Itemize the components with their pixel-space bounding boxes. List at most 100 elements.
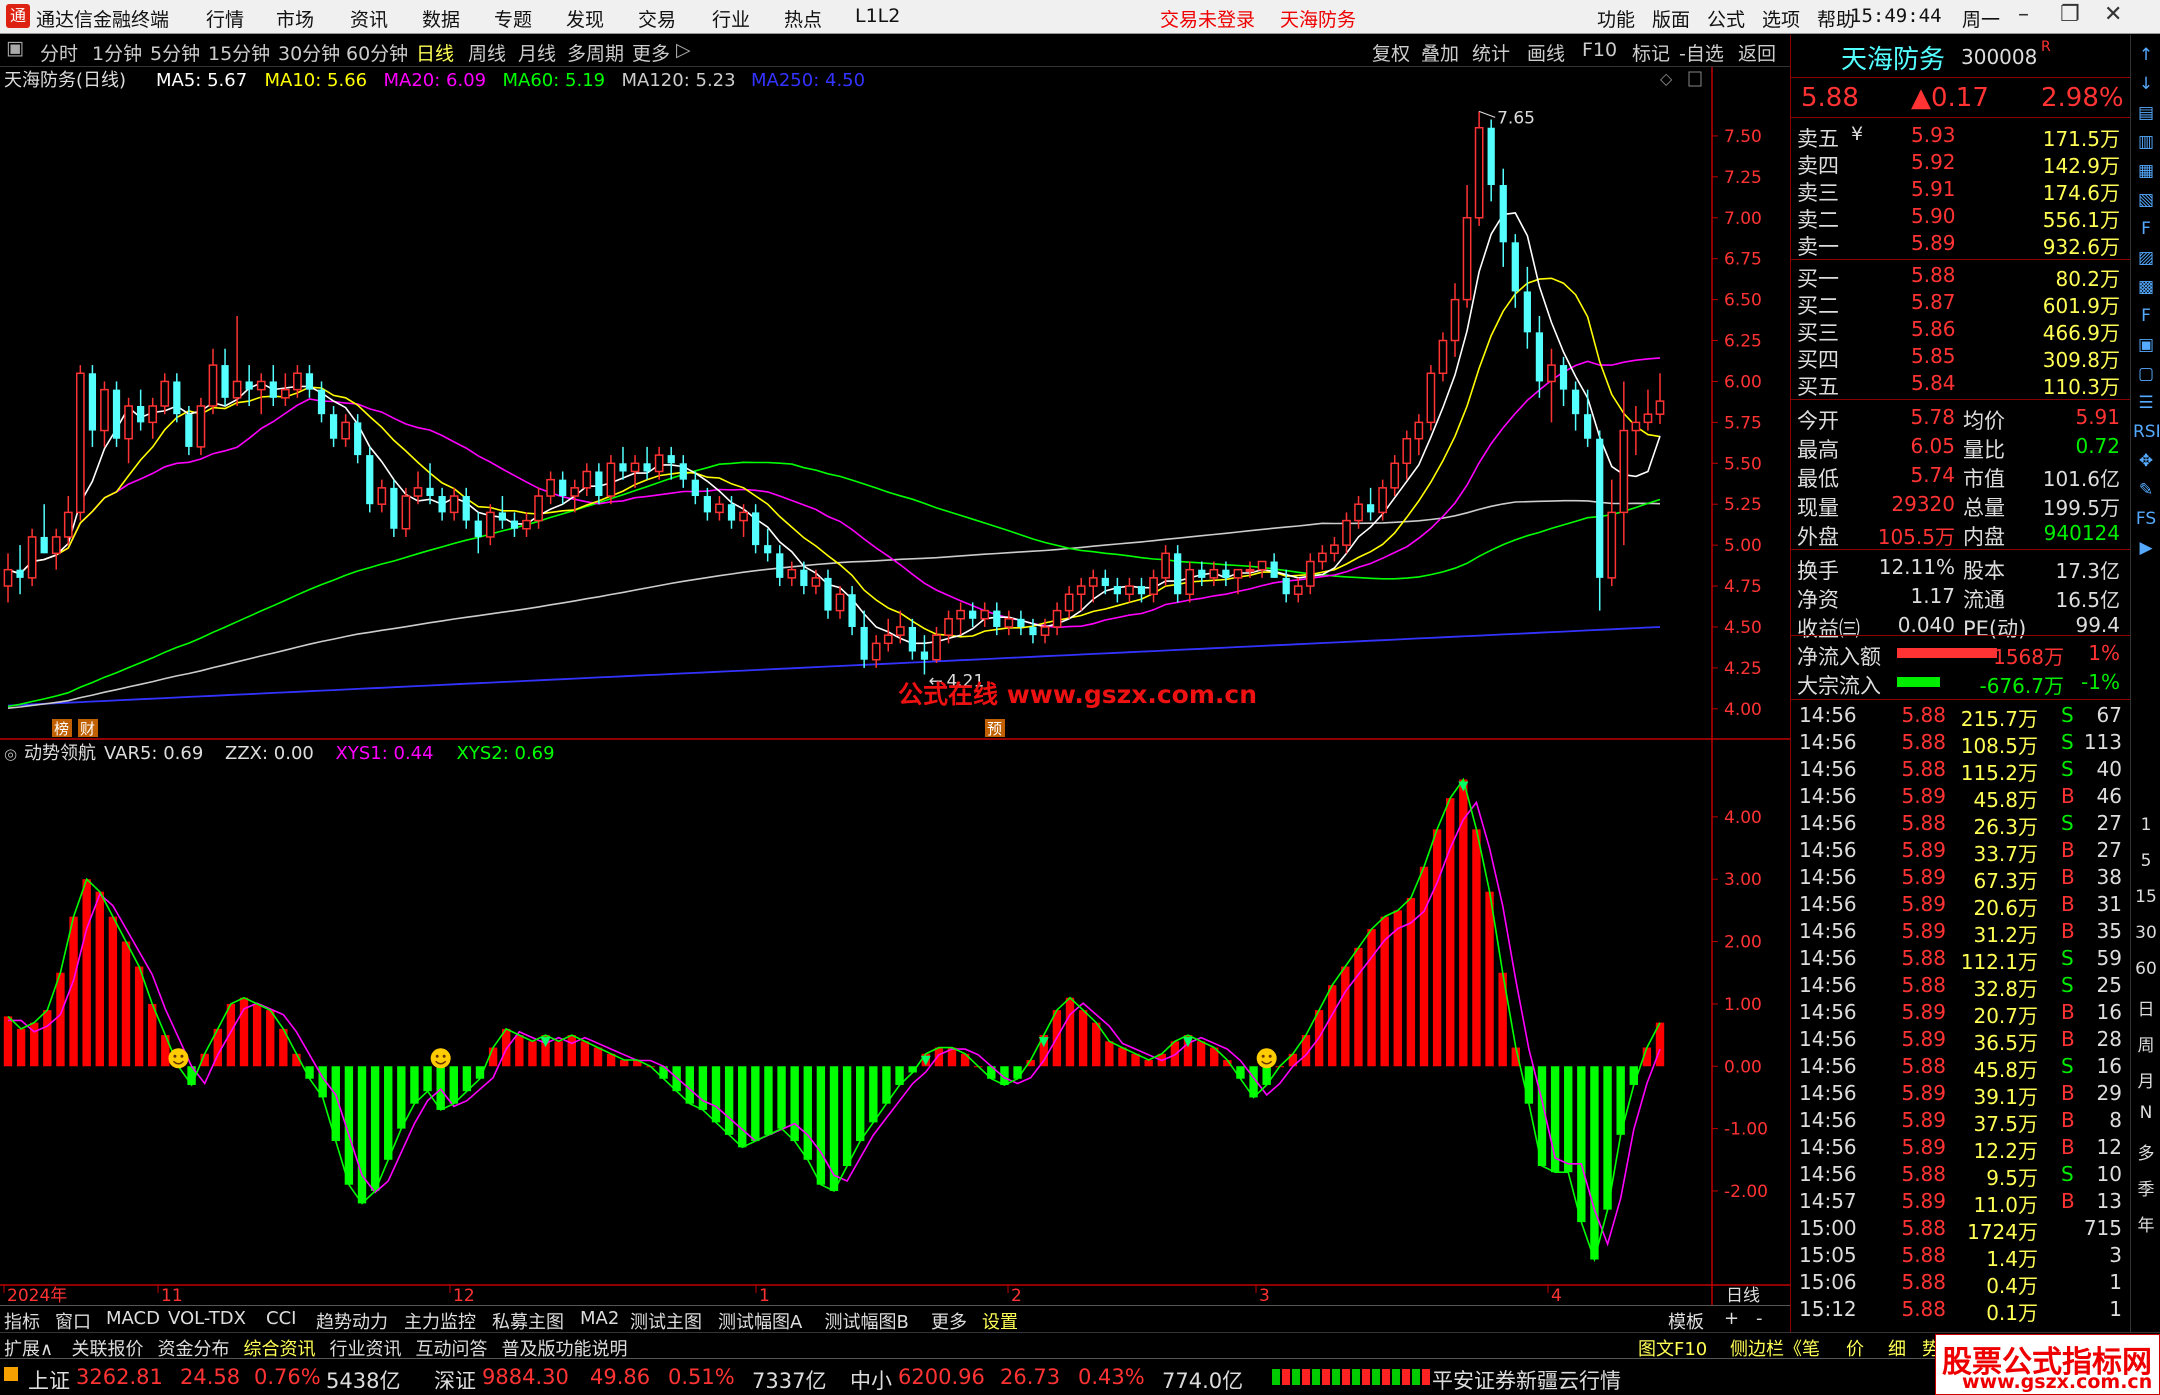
close-icon[interactable]: ✕ xyxy=(2104,2,2122,27)
right-tool-15[interactable]: ✎ xyxy=(2133,480,2159,500)
osc-bar xyxy=(370,1066,380,1191)
menu-right-3[interactable]: 选项 xyxy=(1762,5,1800,32)
period-tab-9[interactable]: 多周期 xyxy=(567,39,624,66)
index-name-1[interactable]: 深证 xyxy=(434,1365,476,1395)
right-tool-0[interactable]: ↑ xyxy=(2133,45,2159,65)
tick-count-22: 1 xyxy=(2109,1297,2122,1321)
indicator-tab-1[interactable]: 窗口 xyxy=(55,1308,91,1334)
indicator-tab-9[interactable]: 测试主图 xyxy=(630,1308,702,1334)
menu-right-0[interactable]: 功能 xyxy=(1597,5,1635,32)
right-tool-22[interactable]: 60 xyxy=(2133,959,2159,979)
stat-value-3b: 199.5万 xyxy=(2042,496,2120,520)
right-tool-3[interactable]: ▥ xyxy=(2133,132,2159,152)
index-amount-2: 774.0亿 xyxy=(1162,1369,1244,1393)
tick-count-3: 46 xyxy=(2096,784,2122,808)
right-tool-19[interactable]: 5 xyxy=(2133,851,2159,871)
menu-2[interactable]: 资讯 xyxy=(350,5,388,32)
right-tool-16[interactable]: FS xyxy=(2133,509,2159,529)
right-tool-2[interactable]: ▤ xyxy=(2133,103,2159,123)
menu-4[interactable]: 专题 xyxy=(494,5,532,32)
indicator-tab-7[interactable]: 私募主图 xyxy=(492,1308,564,1334)
period-tab-3[interactable]: 15分钟 xyxy=(208,39,270,66)
indicator-tab-2[interactable]: MACD xyxy=(106,1308,160,1329)
period-right-5[interactable]: 标记 xyxy=(1632,39,1670,66)
menu-6[interactable]: 交易 xyxy=(638,5,676,32)
right-tool-29[interactable]: 年 xyxy=(2133,1211,2159,1236)
right-tool-1[interactable]: ↓ xyxy=(2133,74,2159,94)
right-tool-4[interactable]: ▦ xyxy=(2133,161,2159,181)
period-right-3[interactable]: 画线 xyxy=(1527,39,1565,66)
right-tool-14[interactable]: ✥ xyxy=(2133,451,2159,471)
right-tool-5[interactable]: ▧ xyxy=(2133,190,2159,210)
template-btn-0[interactable]: 模板 xyxy=(1668,1308,1704,1334)
right-tool-6[interactable]: F xyxy=(2133,219,2159,239)
period-right-7[interactable]: 返回 xyxy=(1738,39,1776,66)
template-btn-2[interactable]: - xyxy=(1756,1308,1763,1329)
indicator-tab-10[interactable]: 测试幅图A xyxy=(718,1308,802,1334)
right-tool-11[interactable]: ▢ xyxy=(2133,364,2159,384)
indicator-tab-5[interactable]: 趋势动力 xyxy=(316,1308,388,1334)
period-tab-1[interactable]: 1分钟 xyxy=(92,39,142,66)
more-chevron-icon[interactable]: ▷ xyxy=(676,39,691,61)
menu-0[interactable]: 行情 xyxy=(206,5,244,32)
status-icon[interactable] xyxy=(4,1367,18,1381)
indicator-tab-13[interactable]: 设置 xyxy=(982,1308,1018,1334)
menu-3[interactable]: 数据 xyxy=(422,5,460,32)
period-tab-8[interactable]: 月线 xyxy=(518,39,556,66)
period-tab-5[interactable]: 60分钟 xyxy=(346,39,408,66)
login-status[interactable]: 交易未登录 xyxy=(1160,5,1255,32)
right-tool-23[interactable]: 日 xyxy=(2133,995,2159,1020)
corner-watermark: 股票公式指标网 www.gszx.com.cn xyxy=(1935,1334,2160,1395)
current-stock-name[interactable]: 天海防务 xyxy=(1280,5,1356,32)
right-tool-10[interactable]: ▣ xyxy=(2133,335,2159,355)
maximize-icon[interactable]: ❐ xyxy=(2060,2,2080,27)
period-tab-4[interactable]: 30分钟 xyxy=(278,39,340,66)
period-right-0[interactable]: 复权 xyxy=(1372,39,1410,66)
period-tab-6[interactable]: 日线 xyxy=(416,39,454,66)
period-tab-7[interactable]: 周线 xyxy=(468,39,506,66)
template-btn-1[interactable]: + xyxy=(1724,1308,1739,1329)
right-tool-21[interactable]: 30 xyxy=(2133,923,2159,943)
right-tool-12[interactable]: ☰ xyxy=(2133,393,2159,413)
right-tool-20[interactable]: 15 xyxy=(2133,887,2159,907)
right-tool-9[interactable]: F xyxy=(2133,306,2159,326)
right-tool-17[interactable]: ▶ xyxy=(2133,538,2159,558)
right-tool-13[interactable]: RSI xyxy=(2133,422,2160,442)
menu-5[interactable]: 发现 xyxy=(566,5,604,32)
right-tool-18[interactable]: 1 xyxy=(2133,815,2159,835)
indicator-tab-11[interactable]: 测试幅图B xyxy=(825,1308,909,1334)
period-right-6[interactable]: -自选 xyxy=(1679,39,1724,66)
indicator-tab-0[interactable]: 指标 xyxy=(4,1308,40,1334)
menu-9[interactable]: L1L2 xyxy=(855,5,900,27)
right-tool-25[interactable]: 月 xyxy=(2133,1067,2159,1092)
indicator-tab-4[interactable]: CCI xyxy=(266,1308,296,1329)
menu-8[interactable]: 热点 xyxy=(784,5,822,32)
period-right-2[interactable]: 统计 xyxy=(1472,39,1510,66)
right-tool-27[interactable]: 多 xyxy=(2133,1139,2159,1164)
period-tab-0[interactable]: 分时 xyxy=(40,39,78,66)
index-name-0[interactable]: 上证 xyxy=(28,1365,70,1395)
indicator-tab-8[interactable]: MA2 xyxy=(580,1308,619,1329)
period-tab-2[interactable]: 5分钟 xyxy=(150,39,200,66)
indicator-tab-12[interactable]: 更多 xyxy=(931,1308,967,1334)
right-tool-26[interactable]: N xyxy=(2133,1103,2159,1123)
menu-1[interactable]: 市场 xyxy=(276,5,314,32)
right-tool-7[interactable]: ▨ xyxy=(2133,248,2159,268)
indicator-tab-6[interactable]: 主力监控 xyxy=(404,1308,476,1334)
period-right-1[interactable]: 叠加 xyxy=(1421,39,1459,66)
right-tool-8[interactable]: ▩ xyxy=(2133,277,2159,297)
minimize-icon[interactable]: – xyxy=(2018,2,2029,27)
right-tool-28[interactable]: 季 xyxy=(2133,1175,2159,1200)
menu-7[interactable]: 行业 xyxy=(712,5,750,32)
menu-right-1[interactable]: 版面 xyxy=(1652,5,1690,32)
period-right-4[interactable]: F10 xyxy=(1582,39,1617,61)
period-tab-10[interactable]: 更多 xyxy=(632,39,670,66)
index-name-2[interactable]: 中小 xyxy=(850,1365,892,1395)
toggle-panel-icon[interactable]: ▣ xyxy=(6,37,24,59)
menu-right-2[interactable]: 公式 xyxy=(1707,5,1745,32)
stock-mark: R xyxy=(2041,39,2051,55)
indicator-tab-3[interactable]: VOL-TDX xyxy=(168,1308,246,1329)
ma-label-MA10: MA10: 5.66 xyxy=(265,70,368,91)
info-tabs: 扩展∧ 关联报价 资金分布 综合资讯 行业资讯 互动问答 普及版功能说明 图文F10 侧边栏《笔… xyxy=(0,1332,2160,1360)
right-tool-24[interactable]: 周 xyxy=(2133,1031,2159,1056)
